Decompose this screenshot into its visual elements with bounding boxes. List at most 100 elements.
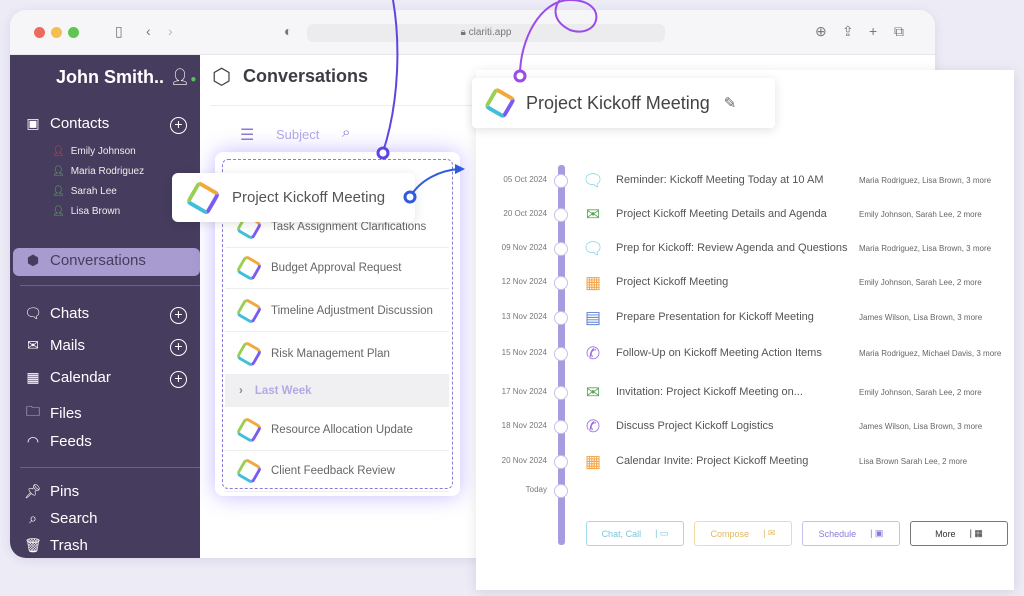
chat-icon: 🗨︎ bbox=[582, 239, 604, 258]
close-window-button[interactable] bbox=[34, 27, 45, 38]
label: Conversations bbox=[50, 252, 146, 269]
label: Search bbox=[50, 510, 98, 527]
conversation-icon bbox=[235, 253, 263, 282]
sidebar-item-chats[interactable]: 🗨︎ Chats bbox=[24, 305, 89, 322]
timeline-date: 17 Nov 2024 bbox=[501, 387, 547, 396]
conversation-list-item[interactable]: Risk Management Plan bbox=[225, 333, 449, 375]
group-last-week[interactable]: › Last Week bbox=[225, 375, 449, 407]
sidebar-item-search[interactable]: ⌕ Search bbox=[24, 510, 98, 527]
sidebar-item-trash[interactable]: 🗑︎ Trash bbox=[24, 537, 88, 554]
timeline-row[interactable]: 09 Nov 2024 🗨︎ Prep for Kickoff: Review Ag… bbox=[476, 237, 1014, 261]
timeline-participants: James Wilson, Lisa Brown, 3 more bbox=[859, 313, 983, 322]
group-label: Last Week bbox=[254, 384, 312, 397]
timeline-row[interactable]: 15 Nov 2024 ✆ Follow-Up on Kickoff Meeting… bbox=[476, 342, 1014, 366]
timeline-title: Follow-Up on Kickoff Meeting Action Item… bbox=[616, 347, 822, 359]
minimize-window-button[interactable] bbox=[51, 27, 62, 38]
mail-icon: ✉︎ bbox=[27, 337, 39, 353]
timeline-node bbox=[554, 276, 568, 290]
timeline-title: Prepare Presentation for Kickoff Meeting bbox=[616, 311, 814, 323]
timeline-row[interactable]: 20 Oct 2024 ✉︎ Project Kickoff Meeting Det… bbox=[476, 203, 1014, 227]
timeline-date: 15 Nov 2024 bbox=[501, 348, 547, 357]
contact-item[interactable]: 👤︎ Emily Johnson bbox=[52, 146, 136, 157]
sidebar-item-calendar[interactable]: ▦ Calendar bbox=[24, 369, 111, 386]
timeline-node bbox=[554, 174, 568, 188]
sidebar-item-mails[interactable]: ✉︎ Mails bbox=[24, 337, 85, 354]
schedule-icon: | ▣ bbox=[870, 528, 884, 538]
add-chats-button[interactable]: + bbox=[170, 307, 187, 324]
address-bar[interactable]: 🔒︎ clariti.app bbox=[307, 24, 665, 42]
conversation-list-item[interactable]: Timeline Adjustment Discussion bbox=[225, 290, 449, 332]
person-icon: 👤︎ bbox=[52, 146, 65, 157]
contact-item[interactable]: 👤︎ Lisa Brown bbox=[52, 206, 120, 217]
conversation-list-item[interactable]: Client Feedback Review bbox=[225, 450, 449, 492]
schedule-button[interactable]: Schedule | ▣ bbox=[802, 521, 900, 546]
contact-item[interactable]: 👤︎ Maria Rodriguez bbox=[52, 166, 144, 177]
timeline-row[interactable]: 13 Nov 2024 ▤ Prepare Presentation for Kic… bbox=[476, 306, 1014, 330]
calendar-icon: ▦ bbox=[26, 369, 40, 385]
mail-icon: ✉︎ bbox=[585, 205, 601, 224]
grid-icon: | ▦ bbox=[969, 528, 983, 538]
search-icon: ⌕ bbox=[29, 510, 37, 526]
conversation-list-item[interactable]: Resource Allocation Update bbox=[225, 409, 449, 451]
person-icon: 👤︎ bbox=[52, 206, 65, 217]
timeline-participants: Lisa Brown Sarah Lee, 2 more bbox=[859, 457, 968, 466]
chat-call-button[interactable]: Chat, Call | ▭ bbox=[586, 521, 684, 546]
subject-filter[interactable]: Subject bbox=[276, 127, 319, 142]
conversation-icon bbox=[185, 179, 221, 216]
compose-button[interactable]: Compose | ✉︎ bbox=[694, 521, 792, 546]
button-label: Chat, Call bbox=[601, 528, 642, 539]
tabs-overview-icon[interactable]: ⧉ bbox=[894, 23, 904, 40]
timeline-participants: Maria Rodriguez, Lisa Brown, 3 more bbox=[859, 244, 992, 253]
timeline-participants: Maria Rodriguez, Michael Davis, 3 more bbox=[859, 349, 1002, 358]
sidebar: John Smith.. 👤︎● ▣ Contacts + 👤︎ Emily Joh… bbox=[10, 55, 200, 558]
maximize-window-button[interactable] bbox=[68, 27, 79, 38]
forward-icon[interactable]: › bbox=[168, 23, 173, 39]
more-button[interactable]: More | ▦ bbox=[910, 521, 1008, 546]
timeline-title: Project Kickoff Meeting Details and Agen… bbox=[616, 208, 827, 220]
timeline-row[interactable]: 18 Nov 2024 ✆ Discuss Project Kickoff Logi… bbox=[476, 415, 1014, 439]
label: Chats bbox=[50, 305, 90, 322]
timeline-row[interactable]: 12 Nov 2024 ▦ Project Kickoff Meeting Emily… bbox=[476, 271, 1014, 295]
contact-name: Sarah Lee bbox=[70, 186, 117, 197]
timeline-participants: Emily Johnson, Sarah Lee, 2 more bbox=[859, 388, 982, 397]
filter-icon[interactable]: ☰ bbox=[240, 125, 254, 145]
timeline-participants: James Wilson, Lisa Brown, 3 more bbox=[859, 422, 983, 431]
sidebar-item-pins[interactable]: 📌︎ Pins bbox=[24, 483, 79, 500]
sidebar-toggle-icon[interactable]: ▯ bbox=[115, 23, 123, 40]
edit-pencil-icon[interactable]: ✎ bbox=[724, 94, 737, 112]
conversation-title: Task Assignment Clarifications bbox=[271, 220, 427, 233]
page-title: Conversations bbox=[243, 66, 369, 86]
timeline-participants: Maria Rodriguez, Lisa Brown, 3 more bbox=[859, 176, 992, 185]
back-icon[interactable]: ‹ bbox=[146, 23, 151, 39]
url-text: clariti.app bbox=[468, 27, 512, 38]
user-status-icon[interactable]: 👤︎● bbox=[170, 67, 196, 87]
detail-title: Project Kickoff Meeting bbox=[526, 92, 710, 113]
chat-icon: 🗨︎ bbox=[582, 171, 604, 190]
privacy-shield-icon[interactable]: ◐ bbox=[284, 23, 292, 39]
sidebar-item-files[interactable]: 🗀︎ Files bbox=[24, 401, 82, 425]
sidebar-item-contacts[interactable]: ▣ Contacts bbox=[24, 115, 109, 132]
button-label: Schedule bbox=[818, 528, 857, 539]
chat-icon: 🗨︎ bbox=[24, 305, 42, 321]
add-calendar-button[interactable]: + bbox=[170, 371, 187, 388]
conversation-title: Client Feedback Review bbox=[271, 464, 396, 477]
contact-name: Maria Rodriguez bbox=[70, 166, 145, 177]
compose-icon: | ✉︎ bbox=[763, 528, 776, 538]
conversation-list-item[interactable]: Budget Approval Request bbox=[225, 247, 449, 289]
timeline-row[interactable]: 17 Nov 2024 ✉︎ Invitation: Project Kickoff… bbox=[476, 381, 1014, 405]
add-contact-button[interactable]: + bbox=[170, 117, 187, 134]
selected-conversation-card[interactable]: Project Kickoff Meeting bbox=[172, 173, 415, 222]
timeline-row[interactable]: 20 Nov 2024 ▦ Calendar Invite: Project Kic… bbox=[476, 450, 1014, 474]
new-tab-icon[interactable]: + bbox=[869, 23, 877, 39]
add-mails-button[interactable]: + bbox=[170, 339, 187, 356]
conversation-title: Risk Management Plan bbox=[271, 347, 390, 360]
share-icon[interactable]: ⇪ bbox=[842, 23, 854, 40]
calendar-event-icon: ▦ bbox=[584, 273, 602, 292]
timeline-row[interactable]: 05 Oct 2024 🗨︎ Reminder: Kickoff Meeting T… bbox=[476, 169, 1014, 193]
conversation-title: Budget Approval Request bbox=[271, 261, 402, 274]
person-icon: 👤︎ bbox=[52, 186, 65, 197]
search-icon[interactable]: ⌕ bbox=[342, 124, 350, 141]
contact-item[interactable]: 👤︎ Sarah Lee bbox=[52, 186, 117, 197]
sidebar-item-feeds[interactable]: ◠ Feeds bbox=[24, 433, 92, 450]
download-icon[interactable]: ⊕ bbox=[815, 23, 827, 40]
